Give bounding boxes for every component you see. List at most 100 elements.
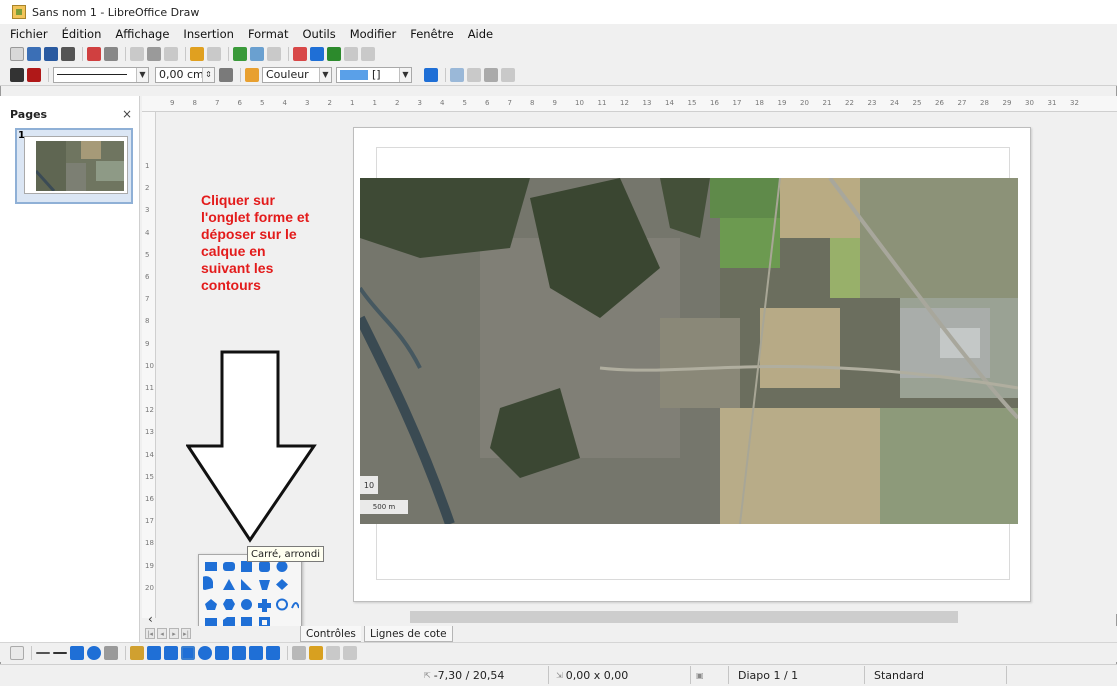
area-style-select[interactable]: Couleur ▼ (262, 66, 332, 83)
spellcheck-icon[interactable] (233, 47, 247, 61)
tab-lignes-de-cote[interactable]: Lignes de cote (364, 626, 453, 642)
horizontal-scrollbar-thumb[interactable] (410, 611, 958, 623)
save-as-icon[interactable] (61, 47, 75, 61)
select-icon[interactable] (10, 645, 24, 660)
toolbar-separator (288, 47, 289, 61)
menu-insertion[interactable]: Insertion (183, 27, 234, 41)
first-tab-icon[interactable]: |◂ (145, 628, 155, 639)
object-size-value: 0,00 x 0,00 (565, 668, 629, 682)
chart-icon[interactable] (310, 47, 324, 61)
close-icon[interactable]: × (122, 107, 132, 121)
rotate-icon[interactable] (450, 67, 464, 82)
stars-icon[interactable] (266, 645, 280, 660)
curve-tool-icon[interactable] (130, 645, 144, 660)
document-modified-icon[interactable]: ▣ (696, 666, 704, 684)
area-icon[interactable] (245, 67, 259, 82)
ruler-tick-label: 26 (935, 99, 944, 107)
line-fill-toolbar: ▼ 0,00 cm ⇕ Couleur ▼ [] ▼ (0, 64, 1117, 86)
line-icon[interactable] (10, 67, 24, 82)
next-tab-icon[interactable]: ▸ (169, 628, 179, 639)
ruler-tick-label: 7 (145, 295, 150, 304)
ruler-tick-label: 19 (145, 561, 154, 570)
shape-right-triangle-icon (241, 579, 252, 590)
status-separator (548, 666, 549, 684)
menu-outils[interactable]: Outils (302, 27, 335, 41)
area-fill-select[interactable]: [] ▼ (336, 66, 412, 83)
line-width-spinner[interactable]: 0,00 cm ⇕ (155, 66, 215, 83)
fontwork-icon[interactable] (344, 47, 358, 61)
ruler-tick-label: 1 (350, 99, 355, 107)
arrow-line-icon[interactable] (53, 651, 67, 654)
scroll-left-icon[interactable]: ‹ (148, 612, 153, 626)
position-icon: ⇱ (424, 670, 431, 680)
ruler-tick-label: 11 (597, 99, 607, 107)
chevron-down-icon[interactable]: ▼ (399, 67, 411, 82)
menu-fenetre[interactable]: Fenêtre (410, 27, 453, 41)
menu-aide[interactable]: Aide (468, 27, 493, 41)
paste-icon[interactable] (164, 47, 178, 61)
prev-tab-icon[interactable]: ◂ (157, 628, 167, 639)
ruler-tick-label: 25 (912, 99, 922, 107)
export-pdf-icon[interactable] (87, 47, 101, 61)
menu-affichage[interactable]: Affichage (115, 27, 169, 41)
menu-fichier[interactable]: Fichier (10, 27, 48, 41)
print-icon[interactable] (104, 47, 118, 61)
connector-tool-icon[interactable] (147, 645, 161, 660)
line-color-icon[interactable] (219, 67, 233, 82)
fontwork-tool-icon[interactable] (309, 645, 323, 660)
tab-controles[interactable]: Contrôles (300, 626, 361, 642)
flowchart-icon[interactable] (232, 645, 246, 660)
shadow-icon[interactable] (424, 67, 438, 82)
undo-icon[interactable] (190, 47, 204, 61)
redo-icon[interactable] (207, 47, 221, 61)
vertical-ruler[interactable]: 1 2 3 4 5 6 7 8 9 10 11 12 13 14 15 16 17 18 19 20 (142, 112, 156, 618)
zoom-icon[interactable] (250, 47, 264, 61)
distribute-icon[interactable] (501, 67, 515, 82)
last-tab-icon[interactable]: ▸| (181, 628, 191, 639)
toolbar-separator (31, 645, 32, 660)
arrange-icon[interactable] (484, 67, 498, 82)
rectangle-tool-icon[interactable] (70, 645, 84, 660)
horizontal-ruler[interactable]: 9 8 7 6 5 4 3 2 1 1 2 3 4 5 6 7 8 9 10 11 12 13 14 15 16 17 18 19 20… (142, 96, 1117, 112)
text-tool-icon[interactable] (104, 645, 118, 660)
open-icon[interactable] (27, 47, 41, 61)
menu-edition[interactable]: Édition (62, 27, 102, 41)
aerial-map-image[interactable] (360, 178, 1018, 524)
line-tool-icon[interactable] (36, 651, 50, 654)
ruler-tick-label: 6 (237, 99, 242, 107)
basic-shapes-grid[interactable] (203, 560, 299, 636)
area-style-value: Couleur (266, 68, 309, 81)
cut-icon[interactable] (130, 47, 144, 61)
ruler-tick-label: 15 (687, 99, 697, 107)
line-style-select[interactable]: ▼ (53, 66, 149, 83)
table-icon[interactable] (327, 47, 341, 61)
chevron-down-icon[interactable]: ▼ (319, 67, 331, 82)
lines-arrows-icon[interactable] (164, 645, 178, 660)
shape-rounded-rectangle-icon (223, 562, 235, 571)
toolbar-separator (185, 47, 186, 61)
arrow-style-icon[interactable] (27, 67, 41, 82)
ruler-tick-label: 7 (215, 99, 220, 107)
3d-objects-icon[interactable] (343, 645, 357, 660)
block-arrows-icon[interactable] (215, 645, 229, 660)
new-icon[interactable] (10, 47, 24, 61)
menu-modifier[interactable]: Modifier (350, 27, 397, 41)
grid-icon[interactable] (267, 47, 281, 61)
spin-arrows-icon[interactable]: ⇕ (202, 67, 214, 82)
extrusion-icon[interactable] (326, 645, 340, 660)
align-icon[interactable] (467, 67, 481, 82)
points-icon[interactable] (292, 645, 306, 660)
symbol-shapes-icon[interactable] (198, 645, 212, 660)
ruler-tick-label: 16 (710, 99, 719, 107)
ruler-tick-label: 4 (440, 99, 445, 107)
chevron-down-icon[interactable]: ▼ (136, 67, 148, 82)
copy-icon[interactable] (147, 47, 161, 61)
callouts-icon[interactable] (249, 645, 263, 660)
special-char-icon[interactable] (361, 47, 375, 61)
image-icon[interactable] (293, 47, 307, 61)
toolbar-separator (228, 47, 229, 61)
ellipse-tool-icon[interactable] (87, 645, 101, 660)
save-icon[interactable] (44, 47, 58, 61)
menu-format[interactable]: Format (248, 27, 289, 41)
basic-shapes-icon[interactable] (181, 645, 195, 660)
